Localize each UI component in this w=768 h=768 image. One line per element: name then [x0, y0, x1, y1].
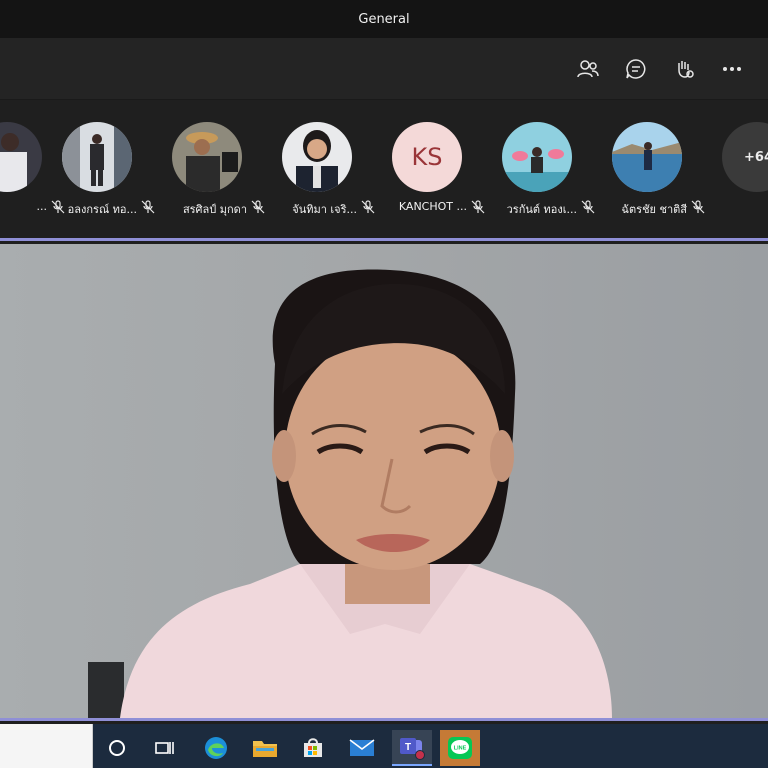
mail-icon — [349, 739, 375, 756]
raise-hand-icon — [678, 61, 694, 78]
people-icon — [577, 60, 599, 78]
mic-off-icon — [691, 200, 705, 214]
edge-button[interactable] — [196, 730, 236, 766]
participant-name: วรกันต์ ทองเ... — [506, 203, 577, 216]
avatar — [172, 122, 242, 192]
cortana-button[interactable] — [97, 730, 137, 766]
teams-meeting-window: General ... อลงกรณ์ ทอ... สรศิลป์ มุกดา … — [0, 0, 768, 768]
avatar: KS — [392, 122, 462, 192]
participant-name: KANCHOT ... — [398, 200, 467, 213]
teams-button[interactable]: T — [392, 730, 432, 766]
line-icon: LINE — [448, 737, 472, 759]
meeting-toolbar — [0, 38, 768, 100]
edge-icon — [205, 737, 227, 759]
reactions-button[interactable] — [670, 55, 698, 83]
participant-tile[interactable]: ฉัตรชัย ชาติสี — [592, 122, 705, 222]
more-options-button[interactable] — [718, 55, 746, 83]
store-icon — [304, 738, 322, 757]
avatar — [612, 122, 682, 192]
cortana-icon — [109, 740, 125, 756]
participant-name: อลงกรณ์ ทอ... — [67, 203, 137, 216]
window-title: General — [358, 11, 410, 27]
participant-tile[interactable]: สรศิลป์ มุกดา — [152, 122, 265, 222]
main-video-feed — [0, 244, 768, 718]
line-app-button[interactable]: LINE — [440, 730, 480, 766]
svg-text:T: T — [405, 742, 411, 753]
video-top-border — [0, 238, 768, 241]
more-options-icon — [723, 67, 741, 71]
file-explorer-icon — [253, 741, 277, 757]
participant-name: จันทิมา เจริ... — [292, 203, 357, 216]
participant-tile[interactable]: อลงกรณ์ ทอ... — [42, 122, 155, 222]
speaker-video-illustration — [0, 244, 768, 718]
task-view-button[interactable] — [145, 730, 185, 766]
participant-name: ฉัตรชัย ชาติสี — [621, 203, 687, 216]
participants-strip: ... อลงกรณ์ ทอ... สรศิลป์ มุกดา จันทิมา … — [0, 100, 768, 238]
task-view-icon — [155, 742, 174, 754]
participant-name: สรศิลป์ มุกดา — [182, 203, 247, 216]
avatar — [502, 122, 572, 192]
file-explorer-button[interactable] — [245, 730, 285, 766]
avatar — [0, 122, 42, 192]
participant-tile[interactable]: จันทิมา เจริ... — [262, 122, 375, 222]
store-button[interactable] — [293, 730, 333, 766]
svg-text:LINE: LINE — [454, 746, 467, 752]
avatar-initials: KS — [392, 122, 462, 192]
teams-icon: T — [400, 738, 425, 760]
taskbar-search-box[interactable] — [0, 724, 93, 768]
title-bar: General — [0, 0, 768, 38]
chat-button[interactable] — [622, 55, 650, 83]
participant-tile[interactable]: วรกันต์ ทองเ... — [482, 122, 595, 222]
participants-button[interactable] — [574, 55, 602, 83]
avatar — [62, 122, 132, 192]
avatar — [282, 122, 352, 192]
video-bottom-border — [0, 718, 768, 721]
chat-icon — [626, 59, 646, 79]
participant-tile[interactable]: KS KANCHOT ... — [372, 122, 485, 222]
windows-taskbar: T LINE — [0, 724, 768, 768]
more-participants-button[interactable]: +64 — [722, 122, 768, 192]
mail-button[interactable] — [342, 730, 382, 766]
